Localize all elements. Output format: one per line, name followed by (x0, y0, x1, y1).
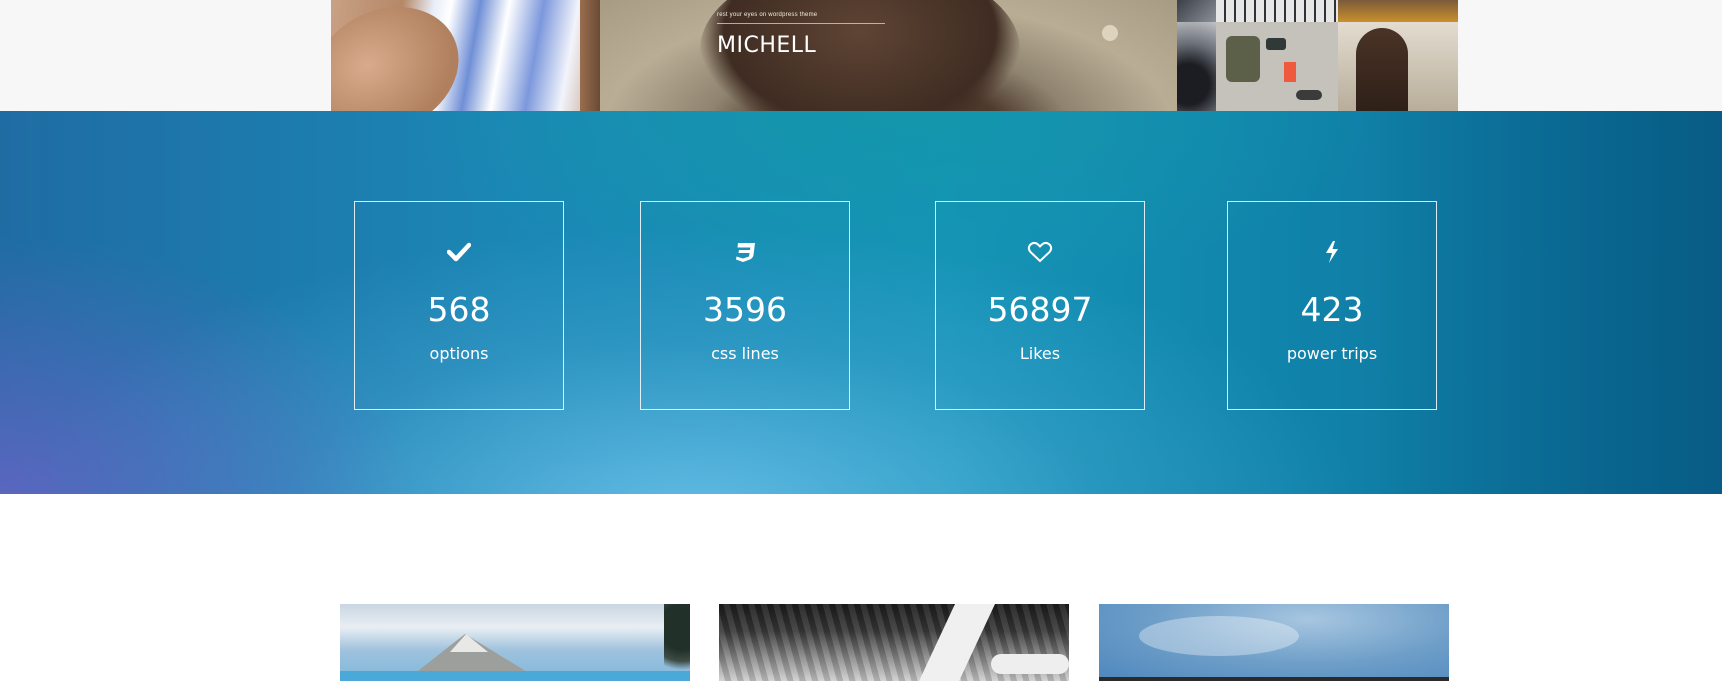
stat-box-css-lines: 3596 css lines (640, 201, 850, 410)
portrait-thumb (1338, 22, 1458, 111)
stat-label: css lines (711, 344, 779, 363)
gallery-thumb-sky[interactable] (1099, 604, 1449, 681)
stat-value: 3596 (703, 290, 787, 329)
portfolio-thumb-grid[interactable] (1177, 0, 1458, 111)
heart-icon (936, 239, 1144, 265)
gallery-thumb-mountain[interactable] (340, 604, 690, 681)
stat-box-power-trips: 423 power trips (1227, 201, 1437, 410)
stat-box-likes: 56897 Likes (935, 201, 1145, 410)
featured-post-title[interactable]: MICHELL (717, 33, 885, 58)
featured-post-tagline: rest your eyes on wordpress theme (717, 12, 818, 18)
portfolio-strip: rest your eyes on wordpress theme MICHEL… (0, 0, 1722, 111)
stat-value: 423 (1300, 290, 1364, 329)
caption-divider (717, 23, 885, 24)
flatlay-thumb (1216, 22, 1338, 111)
stats-section: 568 options 3596 css lines 56897 Likes 4… (0, 111, 1722, 494)
stat-label: power trips (1286, 344, 1378, 363)
stat-value: 568 (427, 290, 491, 329)
stat-label: Likes (1019, 344, 1061, 363)
bolt-icon (1228, 239, 1436, 265)
featured-post-caption: rest your eyes on wordpress theme MICHEL… (717, 12, 885, 58)
check-icon (355, 239, 563, 265)
css3-icon (641, 239, 849, 265)
stat-label: options (429, 344, 489, 363)
stat-box-options: 568 options (354, 201, 564, 410)
stat-value: 56897 (987, 290, 1093, 329)
portfolio-thumb-towel[interactable] (331, 0, 600, 111)
gallery-thumb-train[interactable] (719, 604, 1069, 681)
featured-post-thumb[interactable]: rest your eyes on wordpress theme MICHEL… (600, 0, 1177, 111)
